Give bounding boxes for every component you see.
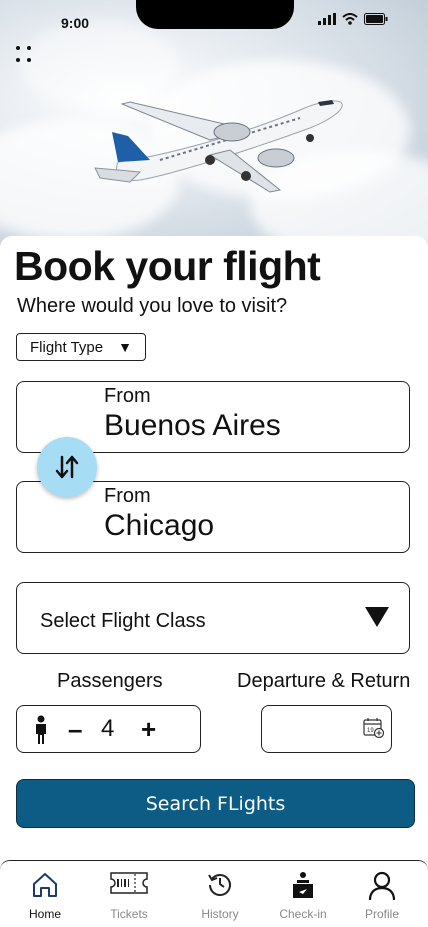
swap-locations-button[interactable] — [37, 437, 97, 497]
passenger-count: 4 — [101, 715, 115, 742]
bottom-tab-bar: Home Tickets History Check-in Profile — [0, 860, 428, 927]
check-in-icon — [293, 872, 313, 898]
dropdown-arrow-icon: ▼ — [118, 339, 132, 355]
person-icon — [36, 715, 46, 744]
status-time: 9:00 — [61, 15, 90, 31]
swap-arrows-icon — [55, 455, 79, 479]
date-picker-field[interactable]: 19 — [261, 705, 392, 753]
dates-label: Departure & Return — [237, 670, 411, 692]
menu-icon[interactable] — [16, 46, 34, 64]
svg-text:19: 19 — [367, 728, 374, 734]
hero-airplane-image — [0, 0, 428, 250]
tab-label: History — [201, 907, 239, 921]
passenger-stepper[interactable]: – 4 + — [16, 705, 201, 753]
page-title: Book your flight — [14, 243, 321, 289]
wifi-icon — [342, 13, 358, 25]
origin-label: From — [104, 385, 151, 407]
search-flights-button[interactable]: Search FLights — [16, 779, 415, 828]
flight-class-select[interactable]: Select Flight Class — [16, 582, 410, 654]
home-icon — [33, 873, 57, 897]
tab-label: Profile — [364, 907, 399, 921]
signal-icon — [318, 13, 336, 25]
flight-type-dropdown[interactable]: Flight Type ▼ — [16, 333, 146, 361]
tab-label: Check-in — [279, 907, 327, 921]
tab-label: Home — [28, 907, 61, 921]
calendar-icon[interactable]: 19 — [363, 717, 385, 739]
history-icon — [208, 874, 231, 896]
decrement-button[interactable]: – — [68, 714, 82, 745]
dropdown-arrow-icon — [365, 607, 389, 627]
destination-value: Chicago — [104, 509, 215, 542]
status-icons — [318, 13, 388, 25]
airplane-icon — [94, 100, 343, 193]
passengers-label: Passengers — [57, 670, 163, 692]
flight-type-label: Flight Type — [30, 338, 104, 356]
tab-label: Tickets — [110, 907, 148, 921]
destination-label: From — [104, 485, 151, 507]
origin-value: Buenos Aires — [104, 409, 281, 442]
flight-class-placeholder: Select Flight Class — [40, 610, 206, 632]
device-notch — [136, 0, 294, 29]
battery-icon — [364, 13, 388, 25]
profile-icon — [368, 871, 396, 901]
page-subtitle: Where would you love to visit? — [17, 295, 288, 317]
increment-button[interactable]: + — [141, 714, 156, 745]
ticket-icon — [110, 872, 148, 894]
